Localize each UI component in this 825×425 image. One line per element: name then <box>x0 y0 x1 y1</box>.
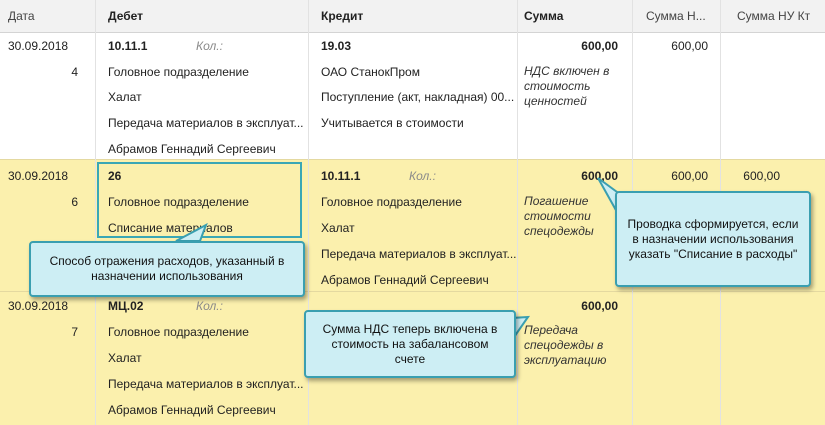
callout-vat-note: Сумма НДС теперь включена в стоимость на… <box>304 310 516 378</box>
callout-text: Проводка сформируется, если в назначении… <box>627 216 799 261</box>
callout-expense-method: Способ отражения расходов, указанный в н… <box>29 241 305 297</box>
arrow-left-callout <box>175 222 208 242</box>
callout-text: Сумма НДС теперь включена в стоимость на… <box>322 321 498 366</box>
callout-text: Способ отражения расходов, указанный в н… <box>49 254 285 283</box>
callout-posting-note: Проводка сформируется, если в назначении… <box>615 191 811 287</box>
